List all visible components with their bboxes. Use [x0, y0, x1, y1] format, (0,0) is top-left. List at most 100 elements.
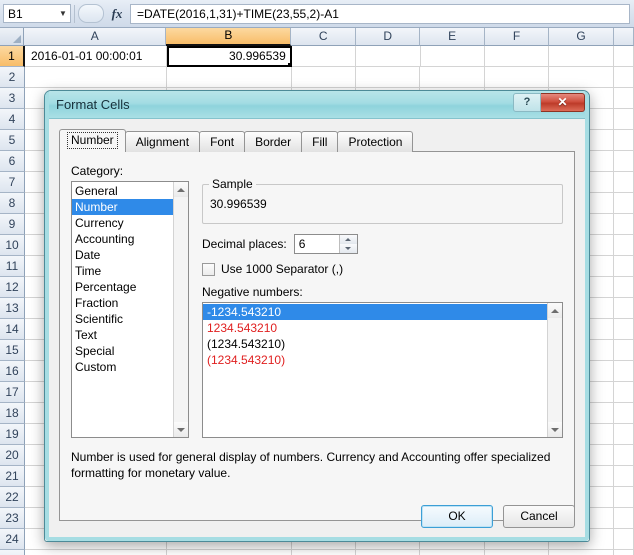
category-item-fraction[interactable]: Fraction	[72, 295, 173, 311]
cell-e2[interactable]	[420, 67, 485, 88]
cell-h5[interactable]	[613, 130, 634, 151]
cell-h12[interactable]	[613, 277, 634, 298]
row-header-16[interactable]: 16	[0, 361, 25, 382]
help-icon[interactable]: ?	[513, 93, 541, 112]
row-header-22[interactable]: 22	[0, 487, 25, 508]
cell-d1[interactable]	[356, 46, 421, 67]
negative-option-2[interactable]: 1234.543210	[203, 320, 547, 336]
column-header-e[interactable]: E	[420, 28, 485, 46]
formula-input[interactable]: =DATE(2016,1,31)+TIME(23,55,2)-A1	[130, 3, 630, 24]
cell-h21[interactable]	[613, 466, 634, 487]
decimal-places-value[interactable]: 6	[295, 235, 339, 253]
row-header-9[interactable]: 9	[0, 214, 25, 235]
category-item-accounting[interactable]: Accounting	[72, 231, 173, 247]
cell-f1[interactable]	[484, 46, 550, 67]
cell-a25[interactable]	[25, 550, 167, 555]
cell-b25[interactable]	[166, 550, 292, 555]
tab-number[interactable]: Number	[59, 129, 126, 152]
ok-button[interactable]: OK	[421, 505, 493, 528]
cell-h6[interactable]	[613, 151, 634, 172]
column-header-f[interactable]: F	[484, 28, 550, 46]
cell-h4[interactable]	[613, 109, 634, 130]
scroll-up-icon[interactable]	[174, 182, 188, 197]
row-header-19[interactable]: 19	[0, 424, 25, 445]
cell-b1[interactable]: 30.996539	[166, 46, 292, 67]
cell-h19[interactable]	[613, 424, 634, 445]
cell-h3[interactable]	[613, 88, 634, 109]
row-header-3[interactable]: 3	[0, 88, 25, 109]
row-header-18[interactable]: 18	[0, 403, 25, 424]
category-listbox[interactable]: General Number Currency Accounting Date …	[71, 181, 189, 438]
row-header-21[interactable]: 21	[0, 466, 25, 487]
dialog-title-bar[interactable]: Format Cells ? ✕	[45, 91, 589, 119]
row-header-25[interactable]: 25	[0, 550, 25, 555]
cell-e1[interactable]	[420, 46, 485, 67]
category-item-currency[interactable]: Currency	[72, 215, 173, 231]
cell-h14[interactable]	[613, 319, 634, 340]
row-header-7[interactable]: 7	[0, 172, 25, 193]
negative-option-1[interactable]: -1234.543210	[203, 304, 547, 320]
row-header-20[interactable]: 20	[0, 445, 25, 466]
cell-a1[interactable]: 2016-01-01 00:00:01	[25, 46, 167, 67]
column-header-c[interactable]: C	[291, 28, 356, 46]
column-header-b[interactable]: B	[166, 28, 292, 46]
row-header-5[interactable]: 5	[0, 130, 25, 151]
row-header-24[interactable]: 24	[0, 529, 25, 550]
tab-alignment[interactable]: Alignment	[124, 131, 201, 152]
row-header-23[interactable]: 23	[0, 508, 25, 529]
cell-h22[interactable]	[613, 487, 634, 508]
cell-c25[interactable]	[291, 550, 356, 555]
row-header-2[interactable]: 2	[0, 67, 25, 88]
category-item-time[interactable]: Time	[72, 263, 173, 279]
cell-h10[interactable]	[613, 235, 634, 256]
chevron-down-icon[interactable]: ▼	[56, 9, 70, 18]
cell-c2[interactable]	[291, 67, 356, 88]
cell-f2[interactable]	[484, 67, 550, 88]
insert-function-icon[interactable]: fx	[104, 6, 130, 22]
column-header-a[interactable]: A	[24, 28, 167, 46]
tab-protection[interactable]: Protection	[337, 131, 414, 152]
cell-h25[interactable]	[613, 550, 634, 555]
cell-h24[interactable]	[613, 529, 634, 550]
category-item-number[interactable]: Number	[72, 199, 173, 215]
tab-border[interactable]: Border	[244, 131, 303, 152]
row-header-1[interactable]: 1	[0, 46, 25, 67]
row-header-14[interactable]: 14	[0, 319, 25, 340]
scroll-down-icon[interactable]	[174, 422, 188, 437]
tab-font[interactable]: Font	[199, 131, 246, 152]
cell-b2[interactable]	[166, 67, 292, 88]
scroll-down-icon[interactable]	[548, 422, 562, 437]
negative-option-4[interactable]: (1234.543210)	[203, 352, 547, 368]
negative-numbers-listbox[interactable]: -1234.543210 1234.543210 (1234.543210) (…	[202, 302, 563, 438]
column-header-partial[interactable]	[613, 28, 634, 46]
row-header-13[interactable]: 13	[0, 298, 25, 319]
row-header-11[interactable]: 11	[0, 256, 25, 277]
category-item-text[interactable]: Text	[72, 327, 173, 343]
row-header-10[interactable]: 10	[0, 235, 25, 256]
cell-h13[interactable]	[613, 298, 634, 319]
cell-g25[interactable]	[549, 550, 614, 555]
cell-a2[interactable]	[25, 67, 167, 88]
row-header-17[interactable]: 17	[0, 382, 25, 403]
category-item-general[interactable]: General	[72, 183, 173, 199]
formula-controls-group[interactable]	[78, 4, 104, 23]
category-scrollbar[interactable]	[173, 182, 188, 437]
category-item-percentage[interactable]: Percentage	[72, 279, 173, 295]
negative-numbers-scrollbar[interactable]	[547, 303, 562, 437]
row-header-15[interactable]: 15	[0, 340, 25, 361]
cell-h7[interactable]	[613, 172, 634, 193]
cell-e25[interactable]	[420, 550, 485, 555]
cell-h11[interactable]	[613, 256, 634, 277]
cell-h17[interactable]	[613, 382, 634, 403]
cell-h1[interactable]	[613, 46, 634, 67]
decimal-places-stepper[interactable]: 6	[293, 234, 358, 254]
row-header-12[interactable]: 12	[0, 277, 25, 298]
cell-h15[interactable]	[613, 340, 634, 361]
category-item-custom[interactable]: Custom	[72, 359, 173, 375]
cell-h2[interactable]	[613, 67, 634, 88]
stepper-down-icon[interactable]	[339, 244, 357, 253]
stepper-up-icon[interactable]	[339, 235, 357, 244]
cell-h20[interactable]	[613, 445, 634, 466]
scroll-up-icon[interactable]	[548, 303, 562, 318]
close-icon[interactable]: ✕	[541, 93, 585, 112]
